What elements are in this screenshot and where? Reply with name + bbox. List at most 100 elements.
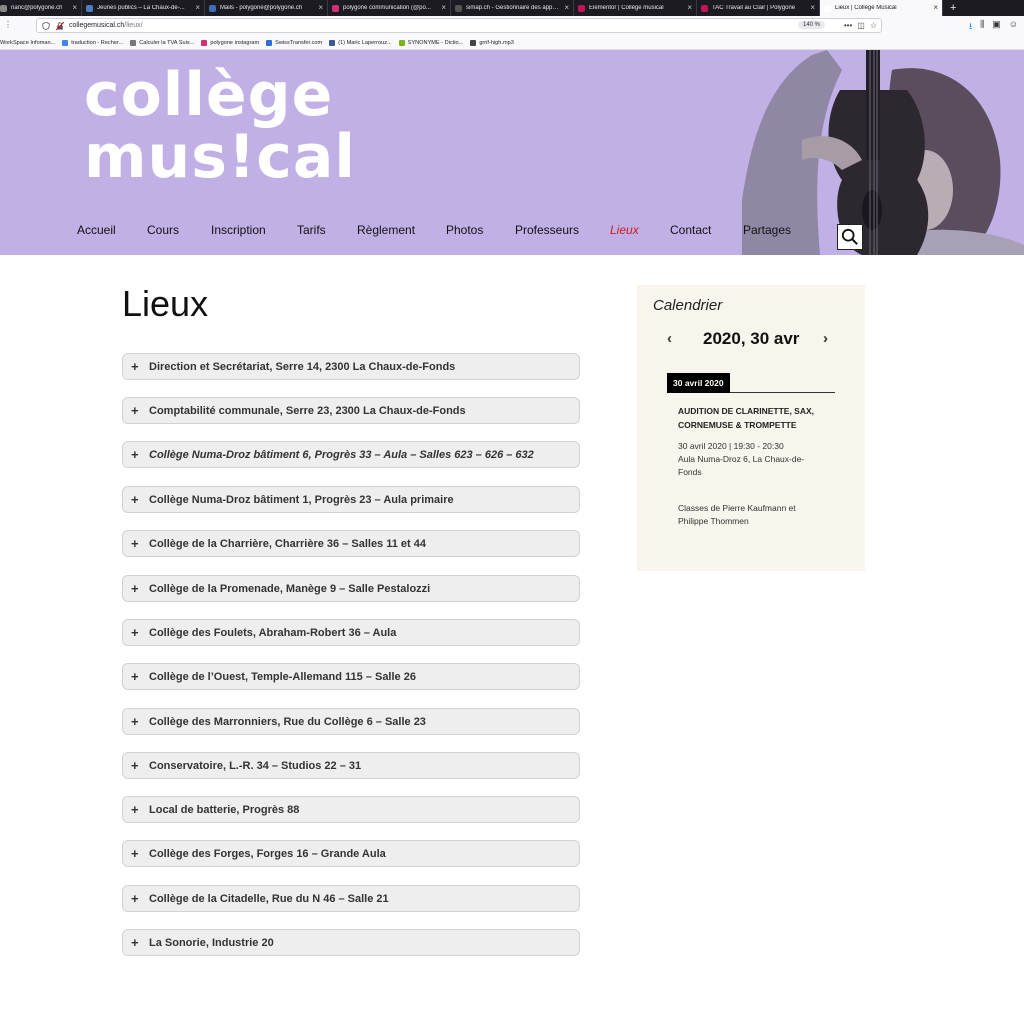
tab-close-icon[interactable]: × — [564, 3, 569, 12]
browser-tab[interactable]: Mails - polygone@polygone.ch × — [205, 0, 328, 16]
nav-cours[interactable]: Cours — [147, 223, 179, 237]
library-icon[interactable]: ⫼ — [980, 19, 984, 35]
nav-lieux[interactable]: Lieux — [610, 223, 639, 237]
search-button[interactable] — [837, 224, 863, 250]
bookmark-label: SYNONYME - Dictio... — [407, 39, 464, 46]
dictionary-icon — [398, 39, 405, 46]
download-icon[interactable]: ⭳ — [969, 19, 972, 35]
tab-close-icon[interactable]: × — [441, 3, 446, 12]
plus-icon: + — [131, 758, 139, 773]
url-bar[interactable]: collegemusical.ch/lieux/ 140 % ••• ◫ ☆ — [36, 18, 882, 33]
accordion-item[interactable]: + Direction et Secrétariat, Serre 14, 230… — [122, 353, 580, 380]
browser-tab[interactable]: Jeunes publics – La Chaux-de-... × — [82, 0, 205, 16]
tab-title: polygone communication (@po... — [343, 5, 431, 11]
accordion-label: Direction et Secrétariat, Serre 14, 2300… — [149, 360, 456, 373]
accordion-label: Collège des Foulets, Abraham-Robert 36 –… — [149, 626, 397, 639]
pocket-icon[interactable]: ◫ — [857, 21, 865, 30]
accordion-item[interactable]: + Comptabilité communale, Serre 23, 2300 … — [122, 397, 580, 424]
main-navigation: Accueil Cours Inscription Tarifs Règleme… — [0, 223, 820, 249]
site-header: collège mus!cal Accueil Cours Inscriptio… — [0, 50, 1024, 255]
nav-photos[interactable]: Photos — [446, 223, 483, 237]
accordion-label: Collège de l’Ouest, Temple-Allemand 115 … — [149, 670, 416, 683]
tab-close-icon[interactable]: × — [195, 3, 200, 12]
bookmarks-bar: WorkSpace Infoman... traduction - Recher… — [0, 36, 1024, 50]
tab-favicon-icon — [455, 4, 462, 12]
accordion-item[interactable]: + Local de batterie, Progrès 88 — [122, 796, 580, 823]
tab-favicon-icon — [86, 4, 93, 12]
calendar-prev-button[interactable]: ‹ — [667, 330, 672, 347]
event-date-badge: 30 avril 2020 — [667, 373, 730, 393]
calendar-title: Calendrier — [653, 297, 723, 314]
site-logo[interactable]: collège mus!cal — [84, 60, 355, 194]
accordion-item[interactable]: + Collège des Foulets, Abraham-Robert 36 … — [122, 619, 580, 646]
tab-favicon-icon — [701, 4, 708, 12]
event-title-link[interactable]: AUDITION DE CLARINETTE, SAX, CORNEMUSE &… — [678, 404, 838, 432]
nav-inscription[interactable]: Inscription — [211, 223, 266, 237]
nav-professeurs[interactable]: Professeurs — [515, 223, 579, 237]
shield-icon[interactable] — [42, 21, 50, 30]
plus-icon: + — [131, 625, 139, 640]
browser-tab[interactable]: Elementor | Collège musical × — [574, 0, 697, 16]
bookmark-item[interactable]: SYNONYME - Dictio... — [398, 39, 464, 46]
tab-close-icon[interactable]: × — [933, 3, 938, 12]
logo-line-1: collège — [84, 60, 334, 130]
tab-close-icon[interactable]: × — [687, 3, 692, 12]
calendar-next-button[interactable]: › — [823, 330, 828, 347]
tab-title: Mails - polygone@polygone.ch — [220, 5, 303, 11]
accordion-item[interactable]: + Collège de la Promenade, Manège 9 – Sal… — [122, 575, 580, 602]
bookmark-item[interactable]: traduction - Recher... — [62, 39, 123, 46]
tab-title: TAC Travail au Clair | Polygone — [712, 5, 796, 11]
plus-icon: + — [131, 846, 139, 861]
nav-partages[interactable]: Partages — [743, 223, 791, 237]
tab-title: Elementor | Collège musical — [589, 5, 664, 11]
bookmark-label: grrif-high.mp3 — [479, 39, 514, 46]
nav-tarifs[interactable]: Tarifs — [297, 223, 326, 237]
accordion-label: La Sonorie, Industrie 20 — [149, 936, 274, 949]
bookmark-item[interactable]: SwissTransfer.com — [266, 39, 322, 46]
browser-tab-active[interactable]: Lieux | Collège Musical × — [820, 0, 943, 16]
accordion-item[interactable]: + Collège de l’Ouest, Temple-Allemand 115… — [122, 663, 580, 690]
bookmark-item[interactable]: polygone instagram — [201, 39, 259, 46]
sidebar-icon[interactable]: ▣ — [992, 19, 1001, 35]
nav-accueil[interactable]: Accueil — [77, 223, 116, 237]
bookmark-item[interactable]: (1) Maric Laperrouz... — [329, 39, 392, 46]
plus-icon: + — [131, 447, 139, 462]
lock-icon[interactable] — [56, 21, 64, 30]
bookmark-item[interactable]: Calculer la TVA Suis... — [130, 39, 194, 46]
accordion-label: Collège des Marronniers, Rue du Collège … — [149, 715, 426, 728]
bookmark-item[interactable]: grrif-high.mp3 — [470, 39, 514, 46]
nav-reglement[interactable]: Règlement — [357, 223, 415, 237]
reader-icon[interactable]: ⋮ — [4, 20, 12, 29]
tab-close-icon[interactable]: × — [810, 3, 815, 12]
plus-icon: + — [131, 403, 139, 418]
bookmark-item[interactable]: WorkSpace Infoman... — [0, 40, 55, 46]
browser-tab[interactable]: naric@polygone.ch × — [0, 0, 82, 16]
plus-icon: + — [131, 492, 139, 507]
accordion-item[interactable]: + Collège des Marronniers, Rue du Collège… — [122, 708, 580, 735]
browser-tab[interactable]: polygone communication (@po... × — [328, 0, 451, 16]
zoom-level[interactable]: 140 % — [797, 21, 825, 29]
accordion-item[interactable]: + La Sonorie, Industrie 20 — [122, 929, 580, 956]
accordion-item[interactable]: + Conservatoire, L.-R. 34 – Studios 22 – … — [122, 752, 580, 779]
event-time: 30 avril 2020 | 19:30 - 20:30 — [678, 441, 784, 451]
browser-tab[interactable]: TAC Travail au Clair | Polygone × — [697, 0, 820, 16]
instagram-icon — [201, 39, 208, 46]
browser-nav-bar: ⋮ collegemusical.ch/lieux/ 140 % ••• ◫ ☆… — [0, 16, 1024, 36]
page-title: Lieux — [122, 283, 209, 324]
bookmark-label: WorkSpace Infoman... — [0, 39, 56, 46]
page-actions-icon[interactable]: ••• — [844, 21, 852, 30]
accordion-item[interactable]: + Collège de la Citadelle, Rue du N 46 – … — [122, 885, 580, 912]
account-icon[interactable]: ☺ — [1009, 19, 1018, 35]
nav-contact[interactable]: Contact — [670, 223, 711, 237]
browser-tab[interactable]: simap.ch - Gestionnaire des appels... × — [451, 0, 574, 16]
bookmark-star-icon[interactable]: ☆ — [870, 21, 877, 30]
accordion-item[interactable]: + Collège Numa-Droz bâtiment 6, Progrès 3… — [122, 441, 580, 468]
accordion-item[interactable]: + Collège Numa-Droz bâtiment 1, Progrès 2… — [122, 486, 580, 513]
tab-favicon-icon — [0, 4, 7, 12]
tab-close-icon[interactable]: × — [318, 3, 323, 12]
accordion-item[interactable]: + Collège des Forges, Forges 16 – Grande … — [122, 840, 580, 867]
accordion-item[interactable]: + Collège de la Charrière, Charrière 36 –… — [122, 530, 580, 557]
event-place-line-2: Fonds — [678, 467, 702, 477]
tab-close-icon[interactable]: × — [72, 3, 77, 12]
new-tab-button[interactable]: + — [943, 0, 963, 16]
